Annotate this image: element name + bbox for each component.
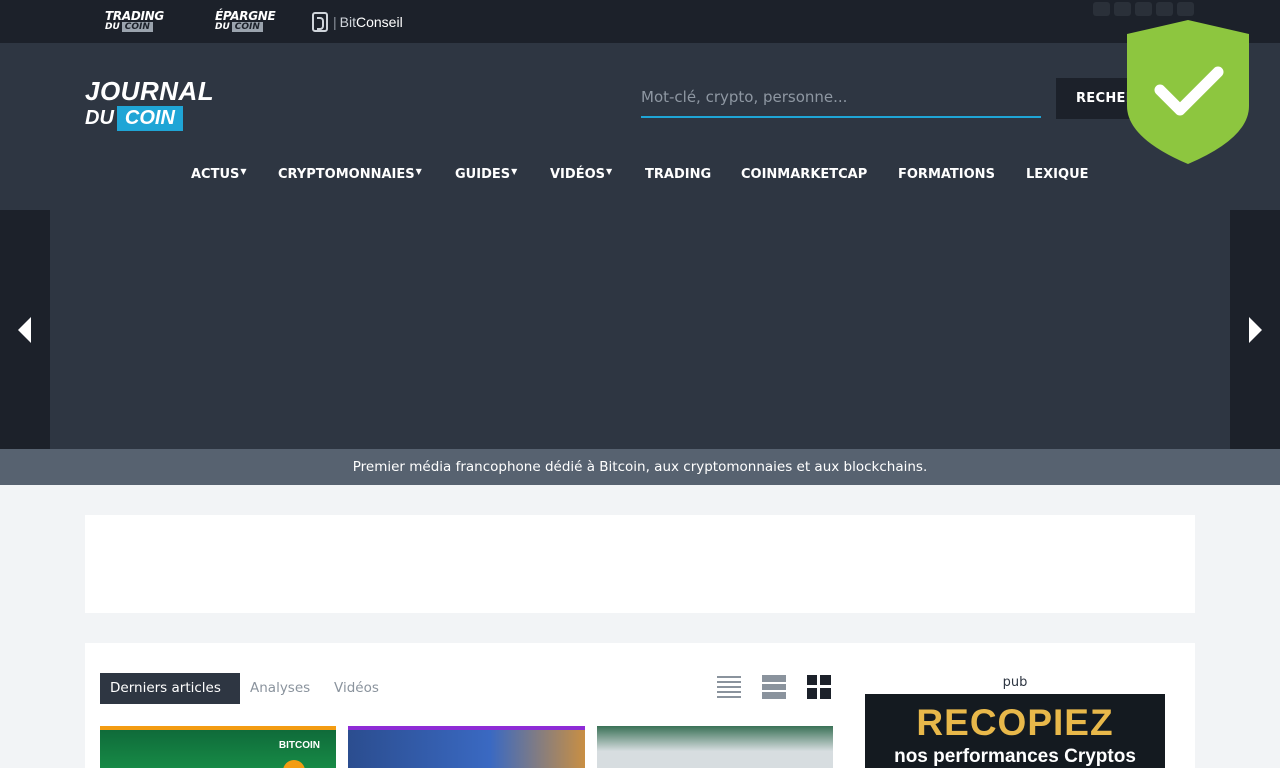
trading-du-coin-link[interactable]: TRADING DU COIN — [105, 10, 164, 32]
search-input[interactable] — [641, 78, 1041, 118]
youtube-icon[interactable] — [1093, 2, 1110, 16]
carousel-next-button[interactable] — [1230, 210, 1280, 449]
pub-label: pub — [1002, 675, 1028, 690]
brand-du: DU — [215, 22, 230, 32]
brand-du: DU — [105, 22, 120, 32]
bitconseil-link[interactable]: | Bit Conseil — [312, 12, 403, 32]
bitconseil-logo-icon — [312, 12, 328, 32]
brand-name: TRADING — [105, 9, 164, 23]
logo-du: DU — [85, 107, 114, 129]
dropdown-caret-icon: ▼ — [511, 167, 518, 176]
chevron-right-icon — [1249, 316, 1262, 343]
bitconseil-bit: Bit — [339, 14, 356, 30]
list-view-icon[interactable] — [717, 675, 741, 699]
logo-journal: JOURNAL — [85, 76, 215, 106]
nav-videos[interactable]: VIDÉOS▼ — [550, 167, 612, 182]
rows-view-icon[interactable] — [762, 675, 786, 699]
article-card[interactable] — [348, 726, 585, 768]
logo-coin: COIN — [116, 106, 183, 131]
carousel-prev-button[interactable] — [0, 210, 50, 449]
instagram-icon[interactable] — [1177, 2, 1194, 16]
pub-banner-headline: RECOPIEZ — [916, 702, 1114, 743]
top-bar: TRADING DU COIN ÉPARGNE DU COIN | Bit Conse… — [0, 0, 1280, 43]
nav-cryptomonnaies[interactable]: CRYPTOMONNAIES▼ — [278, 167, 422, 182]
brand-coin: COIN — [231, 22, 263, 32]
journal-du-coin-logo[interactable]: JOURNAL DU COIN — [85, 78, 214, 131]
facebook-icon[interactable] — [1135, 2, 1152, 16]
pub-banner[interactable]: RECOPIEZ nos performances Cryptos — [865, 694, 1165, 768]
epargne-du-coin-link[interactable]: ÉPARGNE DU COIN — [215, 9, 276, 32]
nav-lexique[interactable]: LEXIQUE — [1026, 167, 1089, 182]
nav-coinmarketcap[interactable]: COINMARKETCAP — [741, 167, 867, 182]
card-category-label: BITCOIN — [278, 740, 320, 751]
nav-actus[interactable]: ACTUS▼ — [191, 167, 247, 182]
ad-placeholder — [85, 515, 1195, 613]
tab-analyses[interactable]: Analyses — [250, 673, 310, 704]
tab-derniers-articles[interactable]: Derniers articles — [100, 673, 240, 704]
nav-guides[interactable]: GUIDES▼ — [455, 167, 517, 182]
nav-formations[interactable]: FORMATIONS — [898, 167, 995, 182]
security-shield-icon[interactable] — [1127, 20, 1249, 164]
bitcoin-icon — [283, 760, 305, 768]
pub-banner-subline: nos performances Cryptos — [894, 746, 1136, 767]
nav-trading[interactable]: TRADING — [645, 167, 711, 182]
article-card[interactable]: BITCOIN — [100, 726, 336, 768]
articles-section: Derniers articles Analyses Vidéos BITCOI… — [85, 643, 1195, 768]
main-nav: ACTUS▼ CRYPTOMONNAIES▼ GUIDES▼ VIDÉOS▼ T… — [0, 167, 1280, 187]
twitter-icon[interactable] — [1114, 2, 1131, 16]
dropdown-caret-icon: ▼ — [240, 167, 247, 176]
hero-carousel — [0, 210, 1280, 449]
bitconseil-conseil: Conseil — [355, 14, 403, 30]
brand-name: ÉPARGNE — [215, 9, 276, 23]
chevron-left-icon — [18, 316, 31, 343]
dropdown-caret-icon: ▼ — [605, 167, 613, 176]
social-links — [1093, 2, 1194, 16]
site-tagline: Premier média francophone dédié à Bitcoi… — [0, 449, 1280, 485]
brand-coin: COIN — [121, 22, 153, 32]
dropdown-caret-icon: ▼ — [415, 167, 422, 176]
site-header: JOURNAL DU COIN RECHERCHER ACTUS▼ CRYPTO… — [0, 43, 1280, 210]
article-card[interactable] — [597, 726, 833, 768]
linkedin-icon[interactable] — [1156, 2, 1173, 16]
tab-videos[interactable]: Vidéos — [334, 673, 379, 704]
grid-view-icon[interactable] — [807, 675, 831, 699]
